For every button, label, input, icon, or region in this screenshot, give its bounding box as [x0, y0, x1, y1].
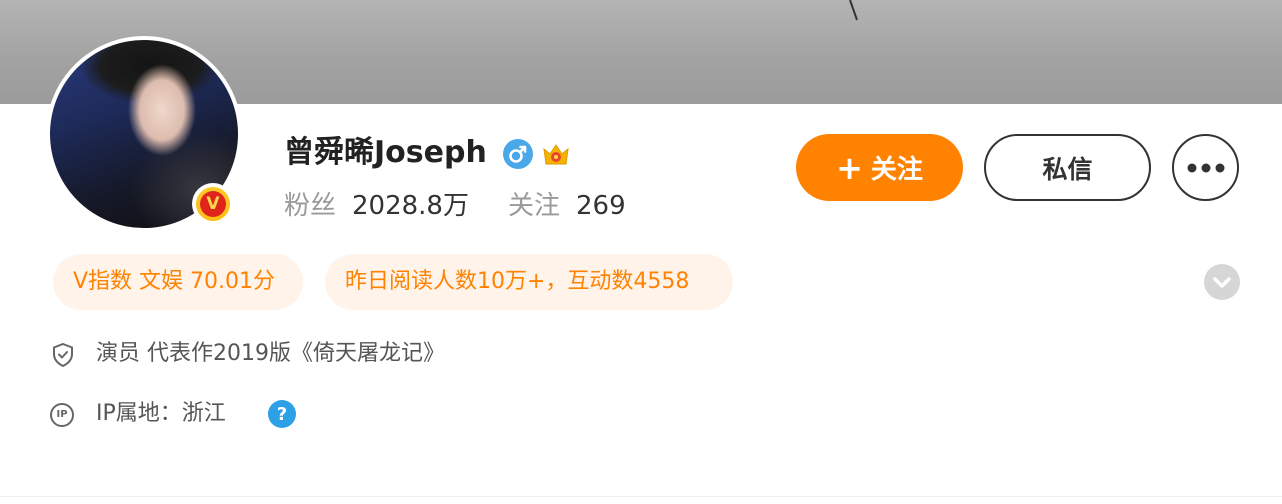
- crown-icon[interactable]: [541, 139, 571, 169]
- profile-name: 曾舜晞Joseph: [284, 135, 487, 170]
- message-label: 私信: [1042, 154, 1093, 184]
- plus-icon: +: [836, 148, 863, 187]
- follow-button[interactable]: + 关注: [796, 134, 963, 201]
- male-icon: [503, 139, 533, 169]
- svg-text:?: ?: [277, 404, 287, 425]
- ip-location-text: IP属地：浙江: [96, 401, 226, 426]
- more-button[interactable]: [1172, 134, 1239, 201]
- ellipsis-icon: [1187, 163, 1224, 172]
- help-icon[interactable]: ?: [268, 400, 296, 428]
- divider: [0, 496, 1282, 497]
- v-index-tag[interactable]: V指数 文娱 70.01分: [53, 254, 303, 310]
- shield-icon: [53, 342, 73, 368]
- verification-row: 演员 代表作2019版《倚天屠龙记》: [50, 336, 550, 372]
- fans-label: 粉丝: [284, 191, 337, 221]
- follow-label: 关注: [870, 155, 923, 185]
- verification-text: 演员 代表作2019版《倚天屠龙记》: [96, 341, 445, 366]
- ip-icon: IP: [50, 403, 74, 427]
- reading-stats-tag[interactable]: 昨日阅读人数10万+，互动数4558: [325, 254, 733, 310]
- verified-v-badge: V: [192, 183, 234, 225]
- fans-count[interactable]: 2028.8万: [352, 189, 469, 223]
- following-count[interactable]: 269: [576, 189, 626, 223]
- verified-v-icon: V: [200, 191, 226, 217]
- chevron-down-icon[interactable]: [1204, 264, 1240, 300]
- cover-decoration: [849, 0, 858, 21]
- ip-location-row: IP IP属地：浙江: [50, 396, 270, 432]
- following-label: 关注: [508, 191, 561, 221]
- message-button[interactable]: 私信: [984, 134, 1151, 201]
